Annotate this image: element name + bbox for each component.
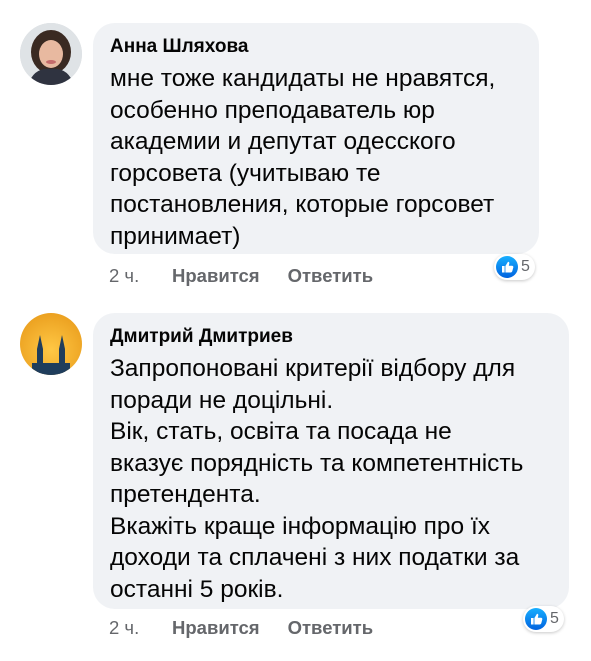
reaction-count: 5 [550, 610, 559, 627]
comment-text-line: Вік, стать, освіта та посада не [110, 418, 452, 445]
like-icon [525, 608, 547, 630]
avatar[interactable] [20, 313, 82, 375]
reaction-badge[interactable]: 5 [523, 606, 564, 632]
comment-text-line: доходи та сплачені з них податки за [110, 544, 520, 571]
comment-actions: 2 ч. Нравится Ответить [109, 616, 373, 640]
comment-text-line: Вкажіть краще інформацію про їх [110, 512, 491, 540]
comment-timestamp[interactable]: 2 ч. [109, 616, 172, 640]
comment-text-line: претендента. [110, 481, 261, 508]
comment-text: Запропоновані критерії відбору для порад… [110, 353, 552, 605]
comment-text-line: вказує порядність та компетентність [110, 449, 524, 477]
comment-text-line: Запропоновані критерії відбору для [110, 355, 516, 382]
comment-bubble: Дмитрий Дмитриев Запропоновані критерії … [93, 313, 569, 609]
reply-button[interactable]: Ответить [288, 616, 374, 640]
avatar-cathedral-icon [20, 313, 82, 375]
like-button[interactable]: Нравится [172, 616, 260, 640]
comment-item: Дмитрий Дмитриев Запропоновані критерії … [0, 0, 591, 661]
comment-text-line: останні 5 років. [110, 575, 284, 603]
comment-author[interactable]: Дмитрий Дмитриев [110, 325, 552, 349]
comment-text-line: поради не доцільні. [110, 386, 334, 414]
